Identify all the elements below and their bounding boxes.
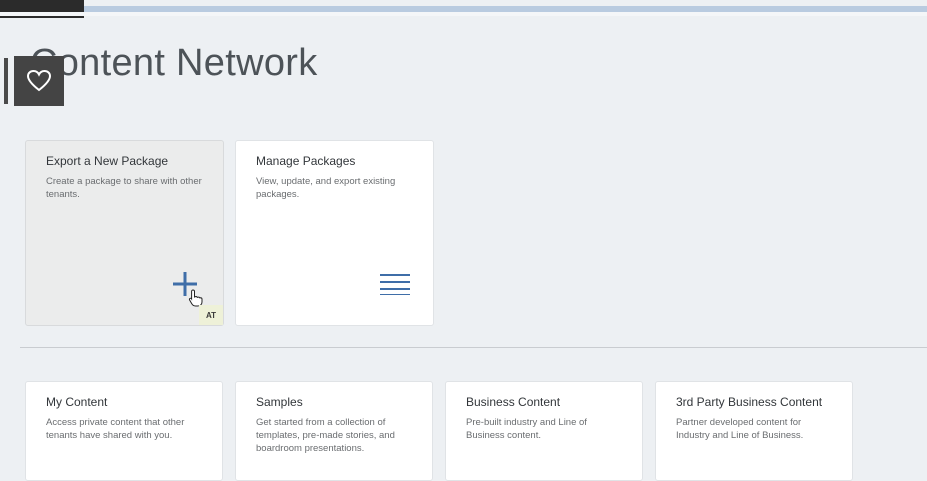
tile-description: Create a package to share with other ten… <box>46 176 202 200</box>
my-content-tile[interactable]: My Content Access private content that o… <box>25 381 223 481</box>
export-package-tile[interactable]: Export a New Package Create a package to… <box>25 140 224 326</box>
list-icon <box>380 274 410 295</box>
tile-description: Pre-built industry and Line of Business … <box>466 417 587 441</box>
heart-icon <box>26 69 52 92</box>
samples-tile[interactable]: Samples Get started from a collection of… <box>235 381 433 481</box>
tile-title: Samples <box>256 395 303 409</box>
favorite-button[interactable] <box>14 56 64 106</box>
tile-description: Get started from a collection of templat… <box>256 417 395 454</box>
shell-header-strip <box>0 12 927 16</box>
manage-packages-tile[interactable]: Manage Packages View, update, and export… <box>235 140 434 326</box>
tile-description: Partner developed content for Industry a… <box>676 417 804 441</box>
section-divider <box>20 347 927 348</box>
tile-description: View, update, and export existing packag… <box>256 176 396 200</box>
tile-title: 3rd Party Business Content <box>676 395 823 409</box>
page-title: Content Network <box>30 42 318 84</box>
tile-description: Access private content that other tenant… <box>46 417 185 441</box>
tile-title: Export a New Package <box>46 154 169 168</box>
tile-title: Manage Packages <box>256 154 356 168</box>
tile-title: Business Content <box>466 395 561 409</box>
user-badge: AT <box>199 305 223 325</box>
third-party-content-tile[interactable]: 3rd Party Business Content Partner devel… <box>655 381 853 481</box>
business-content-tile[interactable]: Business Content Pre-built industry and … <box>445 381 643 481</box>
tile-title: My Content <box>46 395 108 409</box>
side-panel-edge <box>4 58 8 104</box>
